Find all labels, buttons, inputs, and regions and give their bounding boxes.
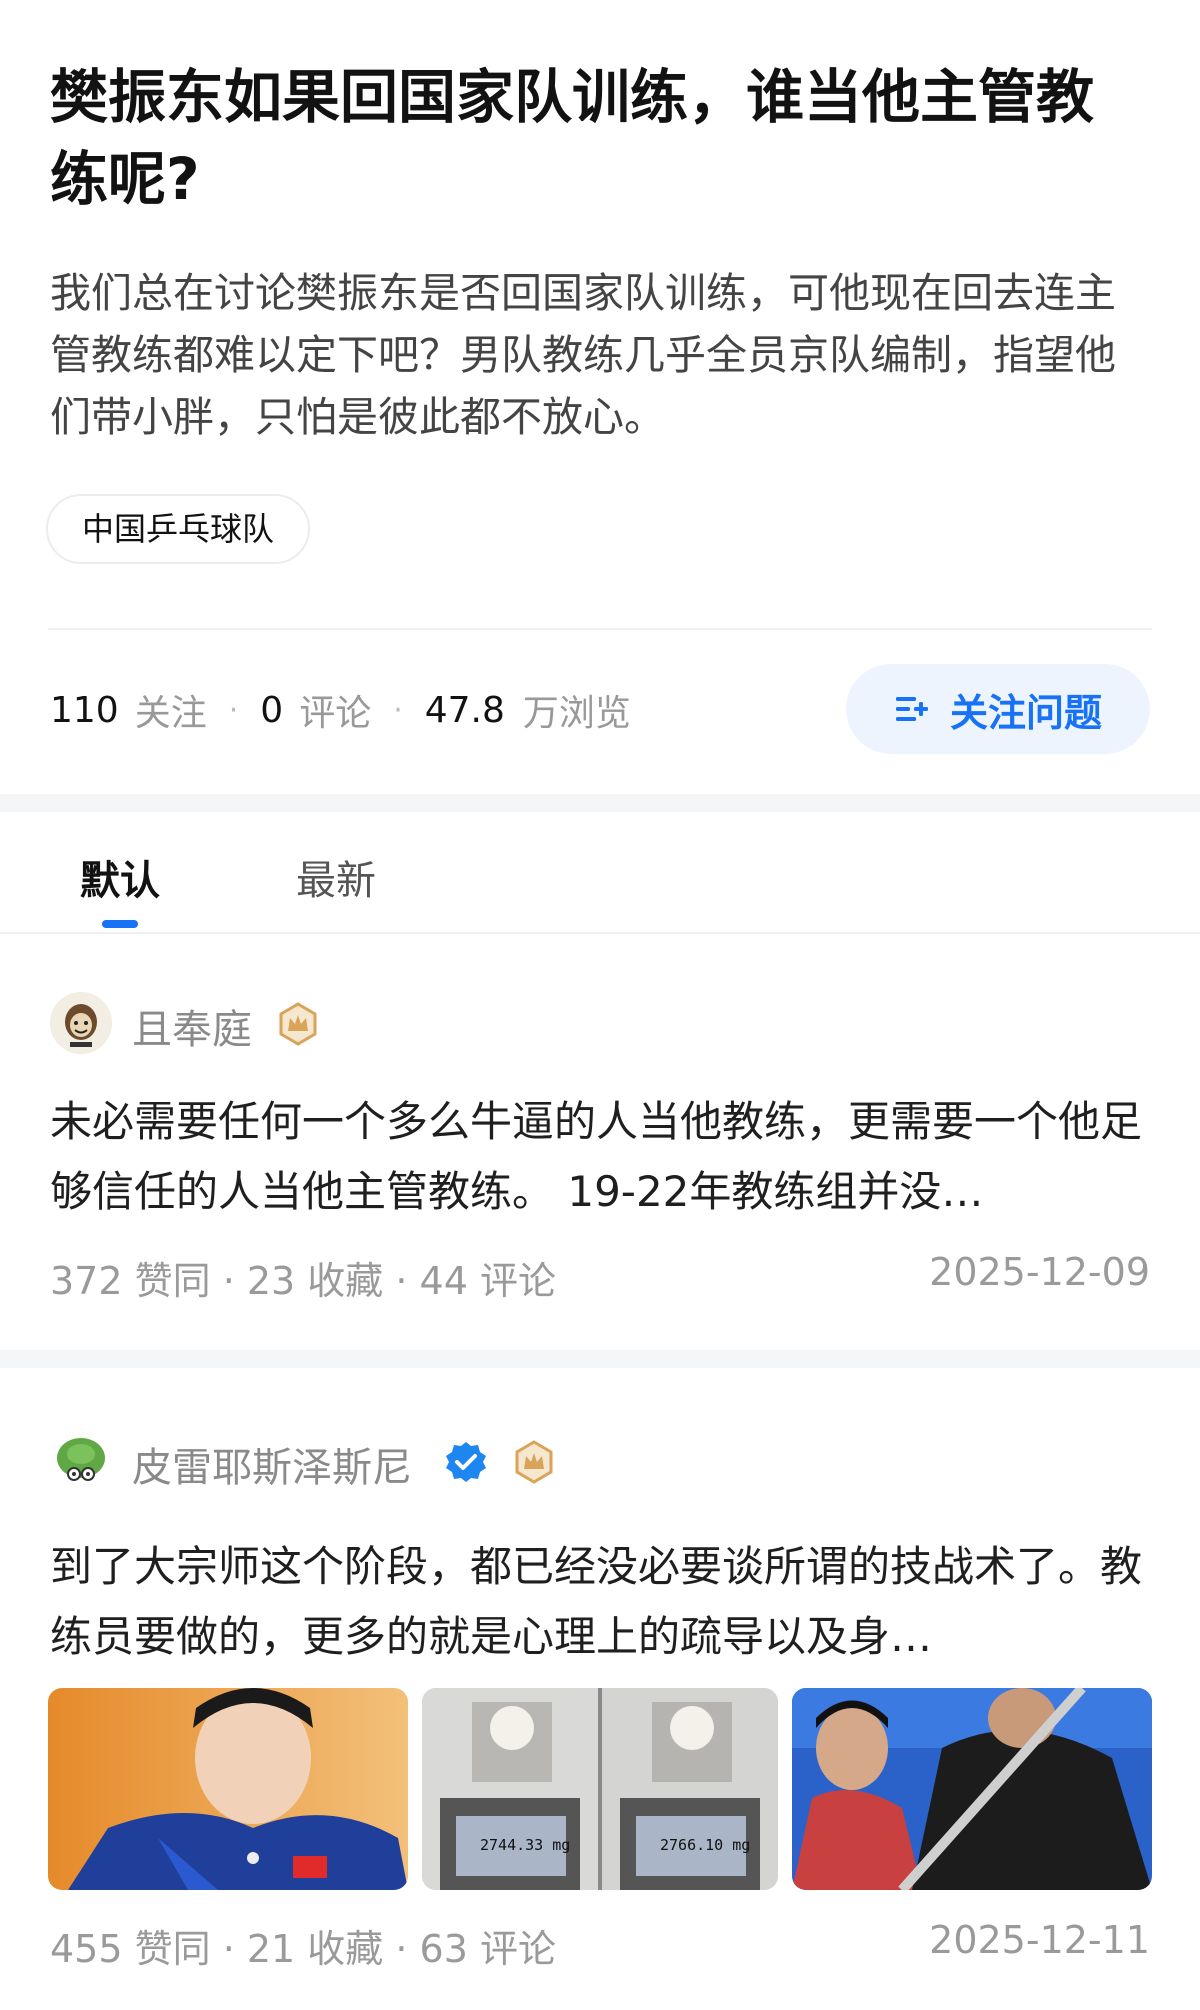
tab-latest[interactable]: 最新	[296, 848, 376, 906]
separator-dot: ·	[228, 692, 239, 728]
training-photo-image	[792, 1688, 1152, 1890]
answer-image[interactable]	[48, 1688, 408, 1890]
answer-meta: 372 赞同 · 23 收藏 · 44 评论	[50, 1259, 556, 1303]
scale-readout: 2744.33 mg	[480, 1836, 571, 1854]
verified-icon	[446, 1442, 486, 1482]
view-count: 47.8	[424, 689, 505, 731]
add-follow-icon	[895, 697, 928, 721]
answer-meta: 455 赞同 · 21 收藏 · 63 评论	[50, 1927, 556, 1971]
question-description[interactable]: 我们总在讨论樊振东是否回国家队训练，可他现在回去连主管教练都难以定下吧？男队教练…	[50, 262, 1150, 448]
crown-badge-icon	[279, 1002, 317, 1046]
topic-tag-label: 中国乒乓球队	[82, 510, 275, 548]
crown-badge-icon	[515, 1440, 553, 1484]
follow-label: 关注	[134, 693, 207, 734]
avatar-image	[50, 992, 112, 1054]
answer-image[interactable]	[792, 1688, 1152, 1890]
player-photo-image	[48, 1688, 408, 1890]
answer-author[interactable]: 皮雷耶斯泽斯尼	[132, 1435, 412, 1493]
follow-question-label: 关注问题	[949, 690, 1102, 735]
answer-date: 2025-12-11	[929, 1918, 1150, 1962]
answer-excerpt[interactable]: 到了大宗师这个阶段，都已经没必要谈所谓的技战术了。教练员要做的，更多的就是心理上…	[50, 1532, 1150, 1672]
follow-count: 110	[50, 689, 119, 731]
answer-author[interactable]: 且奉庭	[132, 997, 252, 1055]
answer-image[interactable]: 2744.33 mg 2766.10 mg	[422, 1688, 778, 1890]
avatar-image	[50, 1430, 112, 1492]
follow-question-button[interactable]: 关注问题	[846, 664, 1150, 754]
section-separator	[0, 794, 1200, 812]
question-stats: 110 关注 · 0 评论 · 47.8 万浏览	[50, 680, 631, 740]
avatar[interactable]	[50, 1430, 112, 1492]
question-title: 樊振东如果回国家队训练，谁当他主管教练呢?	[50, 63, 1095, 213]
comment-count: 0	[260, 689, 284, 731]
separator-dot: ·	[393, 692, 403, 728]
section-separator	[0, 1350, 1200, 1368]
answer-date: 2025-12-09	[929, 1250, 1150, 1294]
comment-label[interactable]: 评论	[299, 684, 371, 736]
scale-readout: 2766.10 mg	[660, 1836, 751, 1854]
divider	[0, 932, 1200, 934]
divider	[48, 628, 1152, 630]
question-page: 樊振东如果回国家队训练，谁当他主管教练呢? 我们总在讨论樊振东是否回国家队训练，…	[0, 0, 1200, 2010]
scale-photo-image	[422, 1688, 778, 1890]
tab-default[interactable]: 默认	[80, 848, 160, 906]
view-label: 万浏览	[522, 693, 631, 734]
tab-active-indicator	[102, 920, 138, 928]
topic-tag[interactable]: 中国乒乓球队	[46, 494, 311, 564]
avatar[interactable]	[50, 992, 112, 1054]
answer-excerpt[interactable]: 未必需要任何一个多么牛逼的人当他教练，更需要一个他足够信任的人当他主管教练。 1…	[50, 1087, 1150, 1227]
